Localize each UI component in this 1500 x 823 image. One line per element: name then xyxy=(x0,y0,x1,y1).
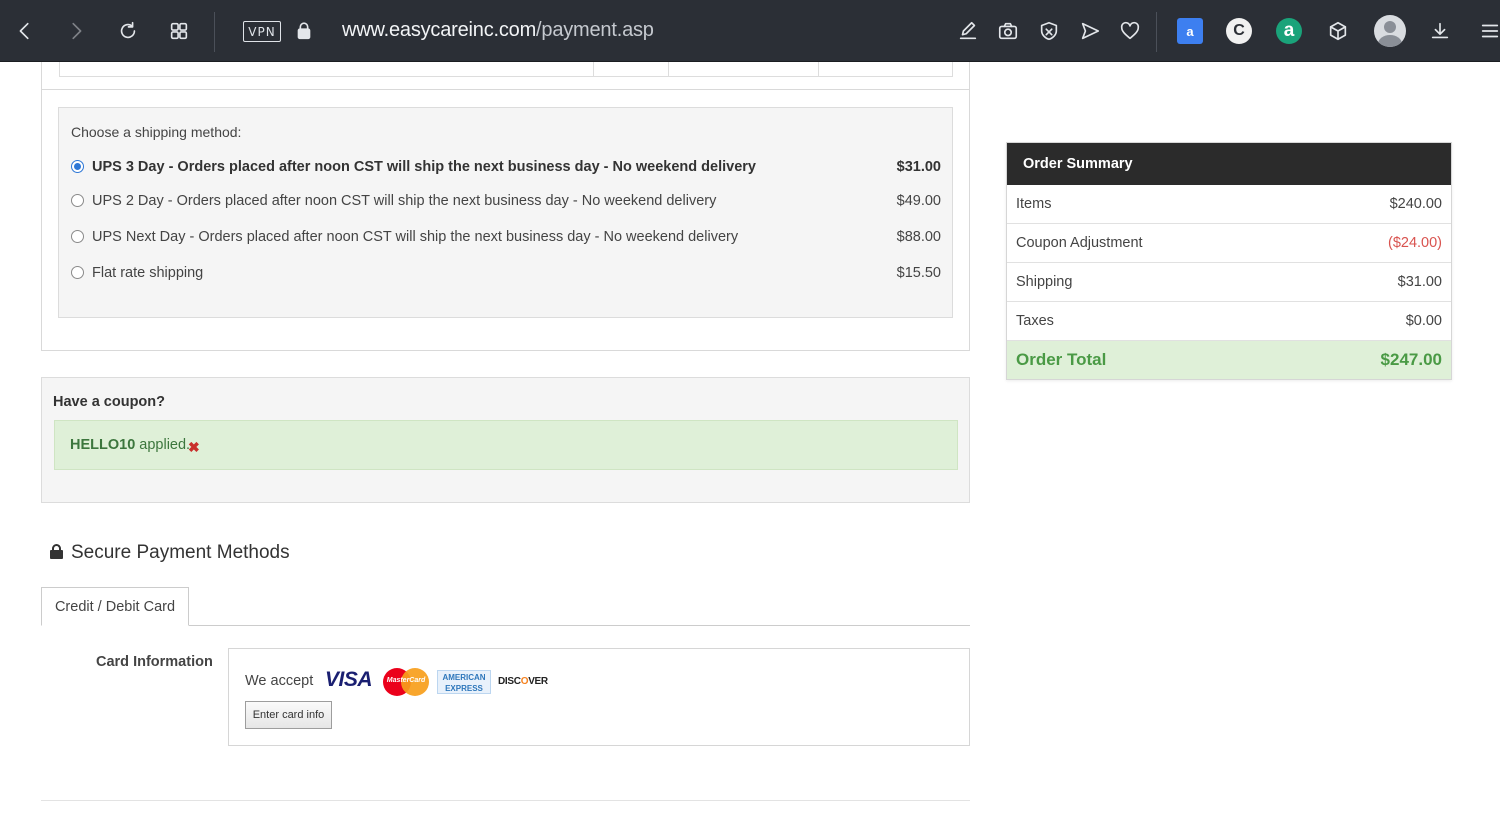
discover-logo: DISCOVER xyxy=(498,676,548,687)
shipping-option-label: UPS 3 Day - Orders placed after noon CST… xyxy=(92,159,756,175)
reload-icon[interactable] xyxy=(112,14,144,48)
block-icon[interactable] xyxy=(1033,14,1065,48)
shipping-panel: Choose a shipping method: UPS 3 Day - Or… xyxy=(41,62,970,351)
card-information-label: Card Information xyxy=(96,654,213,670)
shipping-option-price: $31.00 xyxy=(896,159,941,175)
camera-icon[interactable] xyxy=(992,14,1024,48)
radio[interactable] xyxy=(71,194,84,207)
shipping-option-price: $88.00 xyxy=(896,229,941,245)
enter-card-info-button[interactable]: Enter card info xyxy=(245,701,332,729)
summary-label: Items xyxy=(1016,196,1052,212)
toolbar-divider xyxy=(214,12,215,52)
download-icon[interactable] xyxy=(1424,14,1456,48)
coupon-applied-alert: HELLO10 applied. ✖ xyxy=(54,420,958,470)
heart-icon[interactable] xyxy=(1114,14,1146,48)
toolbar-divider xyxy=(1156,12,1157,52)
radio-selected[interactable] xyxy=(71,160,84,173)
coupon-applied-text: HELLO10 applied. xyxy=(70,437,190,453)
order-total-row: Order Total $247.00 xyxy=(1007,341,1451,379)
mastercard-logo: MasterCard xyxy=(383,668,429,696)
translate-icon[interactable]: a xyxy=(1177,18,1203,44)
summary-value: $31.00 xyxy=(1397,274,1442,290)
summary-value: $0.00 xyxy=(1405,313,1442,329)
remove-coupon-icon[interactable]: ✖ xyxy=(188,439,200,456)
radio[interactable] xyxy=(71,230,84,243)
summary-label: Taxes xyxy=(1016,313,1054,329)
amex-logo: AMERICAN EXPRESS xyxy=(437,670,491,694)
card-information-box: We accept VISA MasterCard AMERICAN EXPRE… xyxy=(228,648,970,746)
browser-toolbar: VPN www.easycareinc.com/payment.asp a C … xyxy=(0,0,1500,62)
url-host: www.easycareinc.com xyxy=(342,19,537,41)
secure-payment-title: Secure Payment Methods xyxy=(71,542,290,563)
radio[interactable] xyxy=(71,266,84,279)
cube-icon[interactable] xyxy=(1322,14,1354,48)
shipping-option-price: $49.00 xyxy=(896,193,941,209)
discover-pre: DISC xyxy=(498,676,521,687)
vpn-badge[interactable]: VPN xyxy=(243,21,281,42)
shipping-option-flat-rate[interactable]: Flat rate shipping $15.50 xyxy=(71,264,941,284)
secure-payment-heading: Secure Payment Methods xyxy=(50,542,290,564)
menu-icon[interactable] xyxy=(1474,14,1500,48)
a-extension-icon[interactable]: a xyxy=(1276,18,1302,44)
shipping-option-ups-2-day[interactable]: UPS 2 Day - Orders placed after noon CST… xyxy=(71,192,941,212)
shipping-option-ups-next-day[interactable]: UPS Next Day - Orders placed after noon … xyxy=(71,228,941,248)
summary-label: Shipping xyxy=(1016,274,1073,290)
coupon-panel: Have a coupon? HELLO10 applied. ✖ xyxy=(41,377,970,503)
divider xyxy=(42,89,969,90)
order-summary: Order Summary Items $240.00 Coupon Adjus… xyxy=(1006,142,1452,380)
amex-line2: EXPRESS xyxy=(445,684,483,693)
mastercard-text: MasterCard xyxy=(386,677,426,684)
address-bar[interactable]: www.easycareinc.com/payment.asp xyxy=(342,19,654,42)
tab-grid-icon[interactable] xyxy=(163,14,195,48)
shipping-method-box: Choose a shipping method: UPS 3 Day - Or… xyxy=(58,107,953,318)
summary-row-coupon: Coupon Adjustment ($24.00) xyxy=(1007,224,1451,263)
order-total-label: Order Total xyxy=(1016,350,1107,369)
order-total-value: $247.00 xyxy=(1380,350,1442,369)
divider xyxy=(41,800,970,801)
forward-icon[interactable] xyxy=(60,14,92,48)
tab-credit-debit-card[interactable]: Credit / Debit Card xyxy=(41,587,189,626)
summary-label: Coupon Adjustment xyxy=(1016,235,1143,251)
shipping-option-price: $15.50 xyxy=(896,265,941,281)
summary-row-items: Items $240.00 xyxy=(1007,185,1451,224)
shipping-method-label: Choose a shipping method: xyxy=(71,124,242,140)
coupon-code: HELLO10 xyxy=(70,437,136,453)
summary-value: $240.00 xyxy=(1389,196,1442,212)
send-icon[interactable] xyxy=(1074,14,1106,48)
amex-line1: AMERICAN xyxy=(442,673,486,682)
order-summary-title: Order Summary xyxy=(1007,143,1451,185)
back-icon[interactable] xyxy=(9,14,41,48)
lock-icon[interactable] xyxy=(288,14,320,48)
we-accept-label: We accept xyxy=(245,673,314,689)
url-path: /payment.asp xyxy=(536,19,654,41)
summary-row-shipping: Shipping $31.00 xyxy=(1007,263,1451,302)
summary-value: ($24.00) xyxy=(1387,235,1442,251)
shipping-option-ups-3-day[interactable]: UPS 3 Day - Orders placed after noon CST… xyxy=(71,158,941,178)
coupon-applied-suffix: applied. xyxy=(135,437,191,453)
cart-table-remnant xyxy=(59,62,953,77)
shipping-option-label: UPS Next Day - Orders placed after noon … xyxy=(92,229,739,245)
visa-logo: VISA xyxy=(325,668,373,691)
coupon-title: Have a coupon? xyxy=(53,394,165,410)
padlock-icon xyxy=(50,544,63,559)
discover-post: VER xyxy=(528,676,548,687)
summary-row-taxes: Taxes $0.00 xyxy=(1007,302,1451,341)
shipping-option-label: Flat rate shipping xyxy=(92,265,204,281)
avatar-icon[interactable] xyxy=(1374,15,1406,47)
c-extension-icon[interactable]: C xyxy=(1226,18,1252,44)
shipping-option-label: UPS 2 Day - Orders placed after noon CST… xyxy=(92,193,717,209)
edit-icon[interactable] xyxy=(952,14,984,48)
